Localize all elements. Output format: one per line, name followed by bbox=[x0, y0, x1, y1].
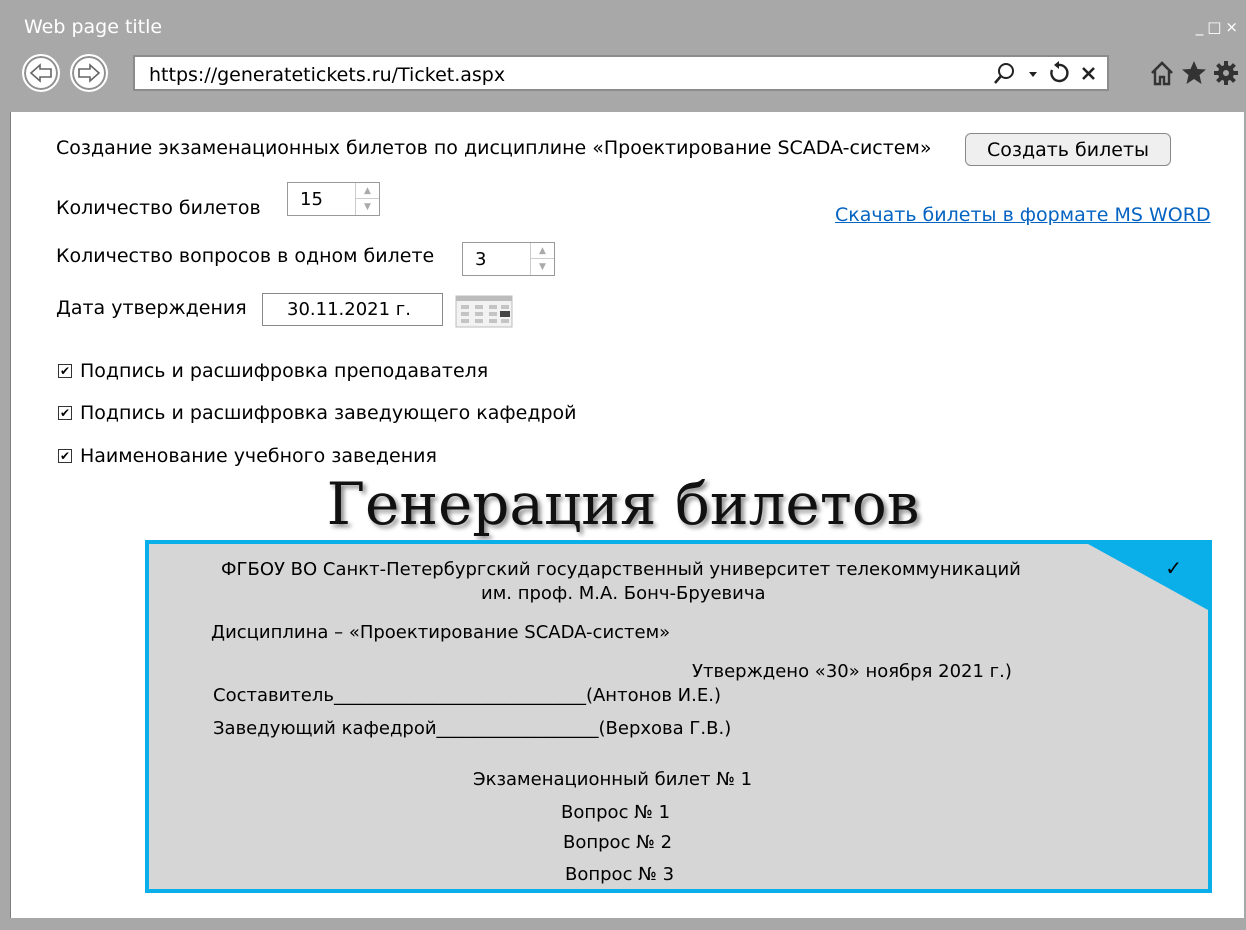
gear-icon[interactable] bbox=[1212, 58, 1240, 88]
ticket-preview: ✓ ФГБОУ ВО Санкт-Петербургский государст… bbox=[145, 540, 1212, 893]
approval-line: Утверждено «30» ноября 2021 г.) bbox=[692, 661, 1012, 682]
arrow-left-icon bbox=[29, 63, 52, 83]
browser-toolbar bbox=[1148, 58, 1240, 88]
checkbox-institution-name[interactable]: ✔ Наименование учебного заведения bbox=[58, 445, 437, 467]
window-controls: _ □ × bbox=[1196, 18, 1238, 36]
star-icon[interactable] bbox=[1180, 58, 1208, 88]
questions-count-label: Количество вопросов в одном билете bbox=[56, 245, 435, 267]
stepper-arrows: ▲ ▼ bbox=[530, 243, 554, 275]
checkbox-check-icon: ✔ bbox=[58, 364, 72, 378]
ticket-number: Экзаменационный билет № 1 bbox=[473, 769, 753, 790]
checkbox-check-icon: ✔ bbox=[58, 406, 72, 420]
url-text: https://generatetickets.ru/Ticket.aspx bbox=[149, 64, 506, 86]
address-bar[interactable]: https://generatetickets.ru/Ticket.aspx bbox=[133, 55, 1109, 91]
decrement-icon[interactable]: ▼ bbox=[356, 199, 379, 215]
checkmark-icon: ✓ bbox=[1165, 556, 1182, 580]
refresh-icon[interactable] bbox=[1047, 60, 1071, 86]
close-button[interactable]: × bbox=[1225, 18, 1238, 36]
calendar-icon[interactable] bbox=[455, 294, 513, 328]
checkbox-teacher-signature[interactable]: ✔ Подпись и расшифровка преподавателя bbox=[58, 360, 488, 382]
tickets-count-stepper[interactable]: 15 ▲ ▼ bbox=[287, 182, 380, 216]
question-2: Вопрос № 2 bbox=[563, 832, 673, 853]
back-button[interactable] bbox=[22, 54, 60, 92]
discipline-line: Дисциплина – «Проектирование SCADA-систе… bbox=[211, 622, 671, 643]
search-icon[interactable] bbox=[991, 60, 1019, 86]
tickets-count-value: 15 bbox=[300, 189, 323, 210]
questions-count-value: 3 bbox=[475, 249, 487, 270]
dropdown-icon[interactable] bbox=[1027, 60, 1039, 86]
checkbox-head-signature[interactable]: ✔ Подпись и расшифровка заведующего кафе… bbox=[58, 402, 577, 424]
head-line: Заведующий кафедрой__________________(Ве… bbox=[213, 718, 732, 739]
window-title: Web page title bbox=[24, 16, 163, 38]
date-value: 30.11.2021 г. bbox=[287, 299, 411, 320]
question-1: Вопрос № 1 bbox=[561, 802, 671, 823]
home-icon[interactable] bbox=[1148, 58, 1176, 88]
maximize-button[interactable]: □ bbox=[1207, 18, 1221, 36]
title-bar: Web page title _ □ × bbox=[0, 0, 1246, 44]
download-word-link[interactable]: Скачать билеты в формате MS WORD bbox=[835, 204, 1211, 226]
checkbox-label: Наименование учебного заведения bbox=[80, 445, 437, 467]
university-line-1: ФГБОУ ВО Санкт-Петербургский государстве… bbox=[221, 559, 1021, 580]
university-line-2: им. проф. М.А. Бонч-Бруевича bbox=[481, 583, 766, 604]
author-line: Составитель____________________________(… bbox=[213, 685, 721, 706]
checkbox-check-icon: ✔ bbox=[58, 449, 72, 463]
question-3: Вопрос № 3 bbox=[565, 864, 675, 885]
forward-button[interactable] bbox=[70, 54, 108, 92]
create-tickets-button[interactable]: Создать билеты bbox=[965, 133, 1171, 166]
tickets-count-label: Количество билетов bbox=[56, 197, 261, 219]
checkbox-label: Подпись и расшифровка преподавателя bbox=[80, 360, 489, 382]
checkbox-label: Подпись и расшифровка заведующего кафедр… bbox=[80, 402, 577, 424]
stepper-arrows: ▲ ▼ bbox=[355, 183, 379, 215]
increment-icon[interactable]: ▲ bbox=[356, 183, 379, 199]
arrow-right-icon bbox=[78, 63, 101, 83]
date-field[interactable]: 30.11.2021 г. bbox=[262, 293, 443, 326]
page-title: Генерация билетов bbox=[326, 470, 920, 538]
stop-icon[interactable] bbox=[1079, 60, 1099, 86]
increment-icon[interactable]: ▲ bbox=[531, 243, 554, 259]
form-heading: Создание экзаменационных билетов по дисц… bbox=[56, 137, 932, 159]
minimize-button[interactable]: _ bbox=[1196, 18, 1204, 36]
questions-count-stepper[interactable]: 3 ▲ ▼ bbox=[462, 242, 555, 276]
address-bar-icons bbox=[991, 60, 1099, 86]
date-label: Дата утверждения bbox=[56, 297, 247, 319]
decrement-icon[interactable]: ▼ bbox=[531, 259, 554, 275]
